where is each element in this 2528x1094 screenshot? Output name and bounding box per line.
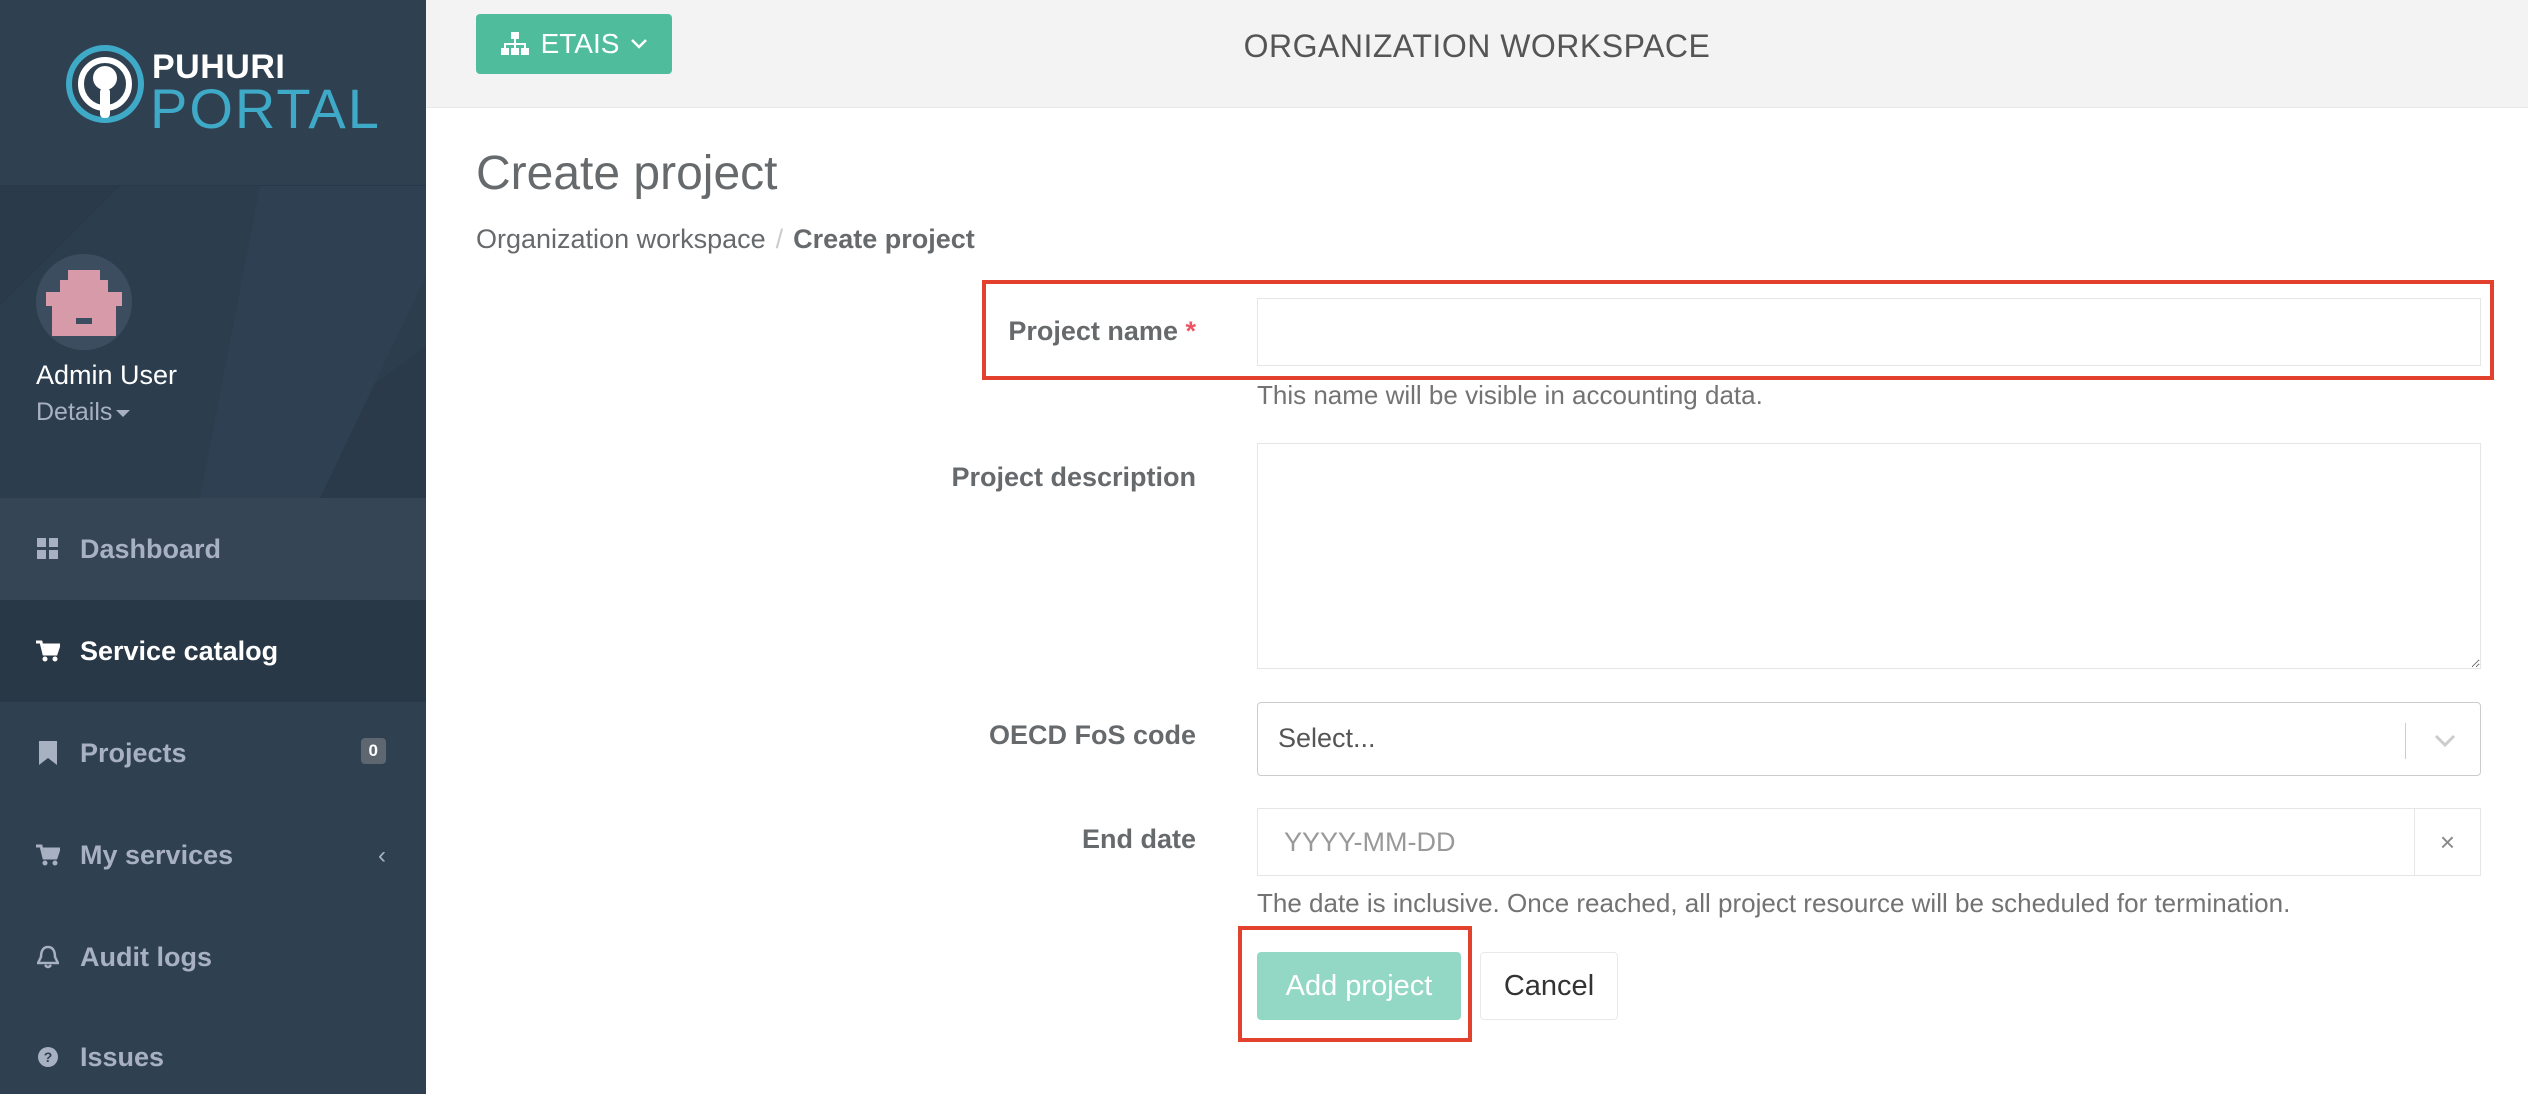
sidebar-item-audit-logs[interactable]: Audit logs	[0, 906, 426, 1008]
project-name-input[interactable]	[1257, 298, 2481, 366]
breadcrumb: Organization workspace / Create project	[476, 224, 975, 255]
bookmark-icon	[36, 741, 60, 765]
sidebar-item-label: Service catalog	[80, 635, 279, 666]
workspace-title: ORGANIZATION WORKSPACE	[1243, 28, 1711, 64]
clear-date-button[interactable]: ×	[2414, 809, 2480, 875]
add-project-button[interactable]: Add project	[1257, 952, 1461, 1020]
sidebar: PUHURI PORTAL Admin User Details Dashboa…	[0, 0, 426, 1094]
breadcrumb-parent-link[interactable]: Organization workspace	[476, 224, 766, 254]
project-description-textarea[interactable]	[1257, 443, 2481, 669]
sidebar-item-my-services[interactable]: My services ‹	[0, 804, 426, 906]
avatar-pixel-icon	[36, 254, 132, 350]
cancel-button[interactable]: Cancel	[1480, 952, 1618, 1020]
project-name-label: Project name *	[696, 316, 1196, 347]
cart-icon	[36, 639, 60, 663]
cart-icon	[36, 843, 60, 867]
user-details-dropdown[interactable]: Details	[36, 398, 131, 427]
page-title: Create project	[476, 147, 778, 200]
projects-count-badge: 0	[360, 738, 386, 764]
dashboard-icon	[36, 537, 60, 561]
project-name-help: This name will be visible in accounting …	[1257, 380, 1763, 410]
end-date-help: The date is inclusive. Once reached, all…	[1257, 888, 2291, 918]
sidebar-item-dashboard[interactable]: Dashboard	[0, 498, 426, 600]
breadcrumb-current: Create project	[793, 224, 975, 254]
chevron-left-icon: ‹	[378, 842, 386, 869]
project-description-label: Project description	[951, 462, 1196, 492]
avatar[interactable]	[36, 254, 132, 350]
sidebar-item-projects[interactable]: Projects 0	[0, 702, 426, 804]
user-profile: Admin User Details	[0, 186, 426, 498]
breadcrumb-separator: /	[775, 224, 784, 254]
question-circle-icon: ?	[36, 1045, 60, 1069]
user-details-label: Details	[36, 398, 113, 426]
top-bar: ETAIS ORGANIZATION WORKSPACE	[426, 0, 2528, 108]
sidebar-item-label: Audit logs	[80, 941, 212, 972]
sidebar-item-issues[interactable]: ? Issues	[0, 1006, 426, 1094]
sidebar-item-label: Issues	[80, 1041, 165, 1072]
sidebar-item-label: My services	[80, 839, 234, 870]
user-name: Admin User	[36, 360, 178, 390]
oecd-code-select[interactable]: Select...	[1257, 702, 2481, 776]
chevron-down-icon[interactable]	[2430, 725, 2460, 755]
oecd-code-placeholder: Select...	[1278, 723, 1376, 753]
logo-area: PUHURI PORTAL	[0, 0, 426, 186]
sidebar-item-service-catalog[interactable]: Service catalog	[0, 600, 426, 702]
sidebar-item-label: Dashboard	[80, 533, 222, 564]
caret-down-icon	[116, 409, 131, 417]
bell-icon	[36, 945, 60, 969]
end-date-placeholder: YYYY-MM-DD	[1284, 827, 1456, 857]
svg-text:?: ?	[44, 1049, 53, 1065]
sidebar-item-label: Projects	[80, 737, 187, 768]
end-date-label: End date	[1081, 824, 1196, 854]
required-asterisk: *	[1185, 316, 1196, 346]
project-name-label-text: Project name	[1008, 316, 1178, 346]
logo-text-bottom: PORTAL	[150, 77, 381, 140]
oecd-code-label: OECD FoS code	[988, 720, 1196, 750]
select-divider	[2405, 723, 2406, 759]
end-date-input[interactable]: YYYY-MM-DD ×	[1257, 808, 2481, 876]
puhuri-logo-icon	[66, 45, 144, 123]
